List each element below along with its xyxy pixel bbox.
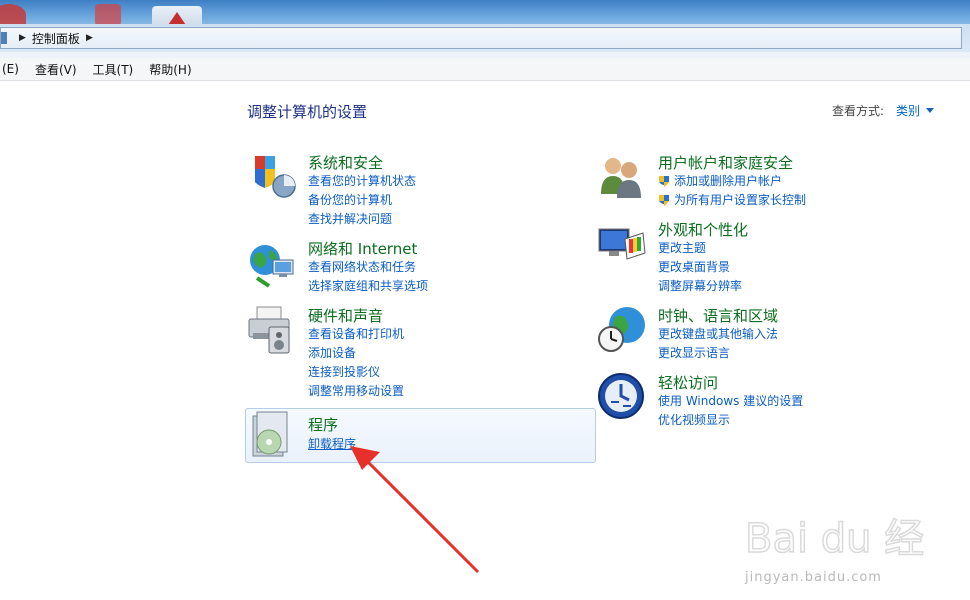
- watermark-url: jingyan.baidu.com: [745, 570, 882, 585]
- watermark-brand: Bai du 经验: [745, 516, 925, 562]
